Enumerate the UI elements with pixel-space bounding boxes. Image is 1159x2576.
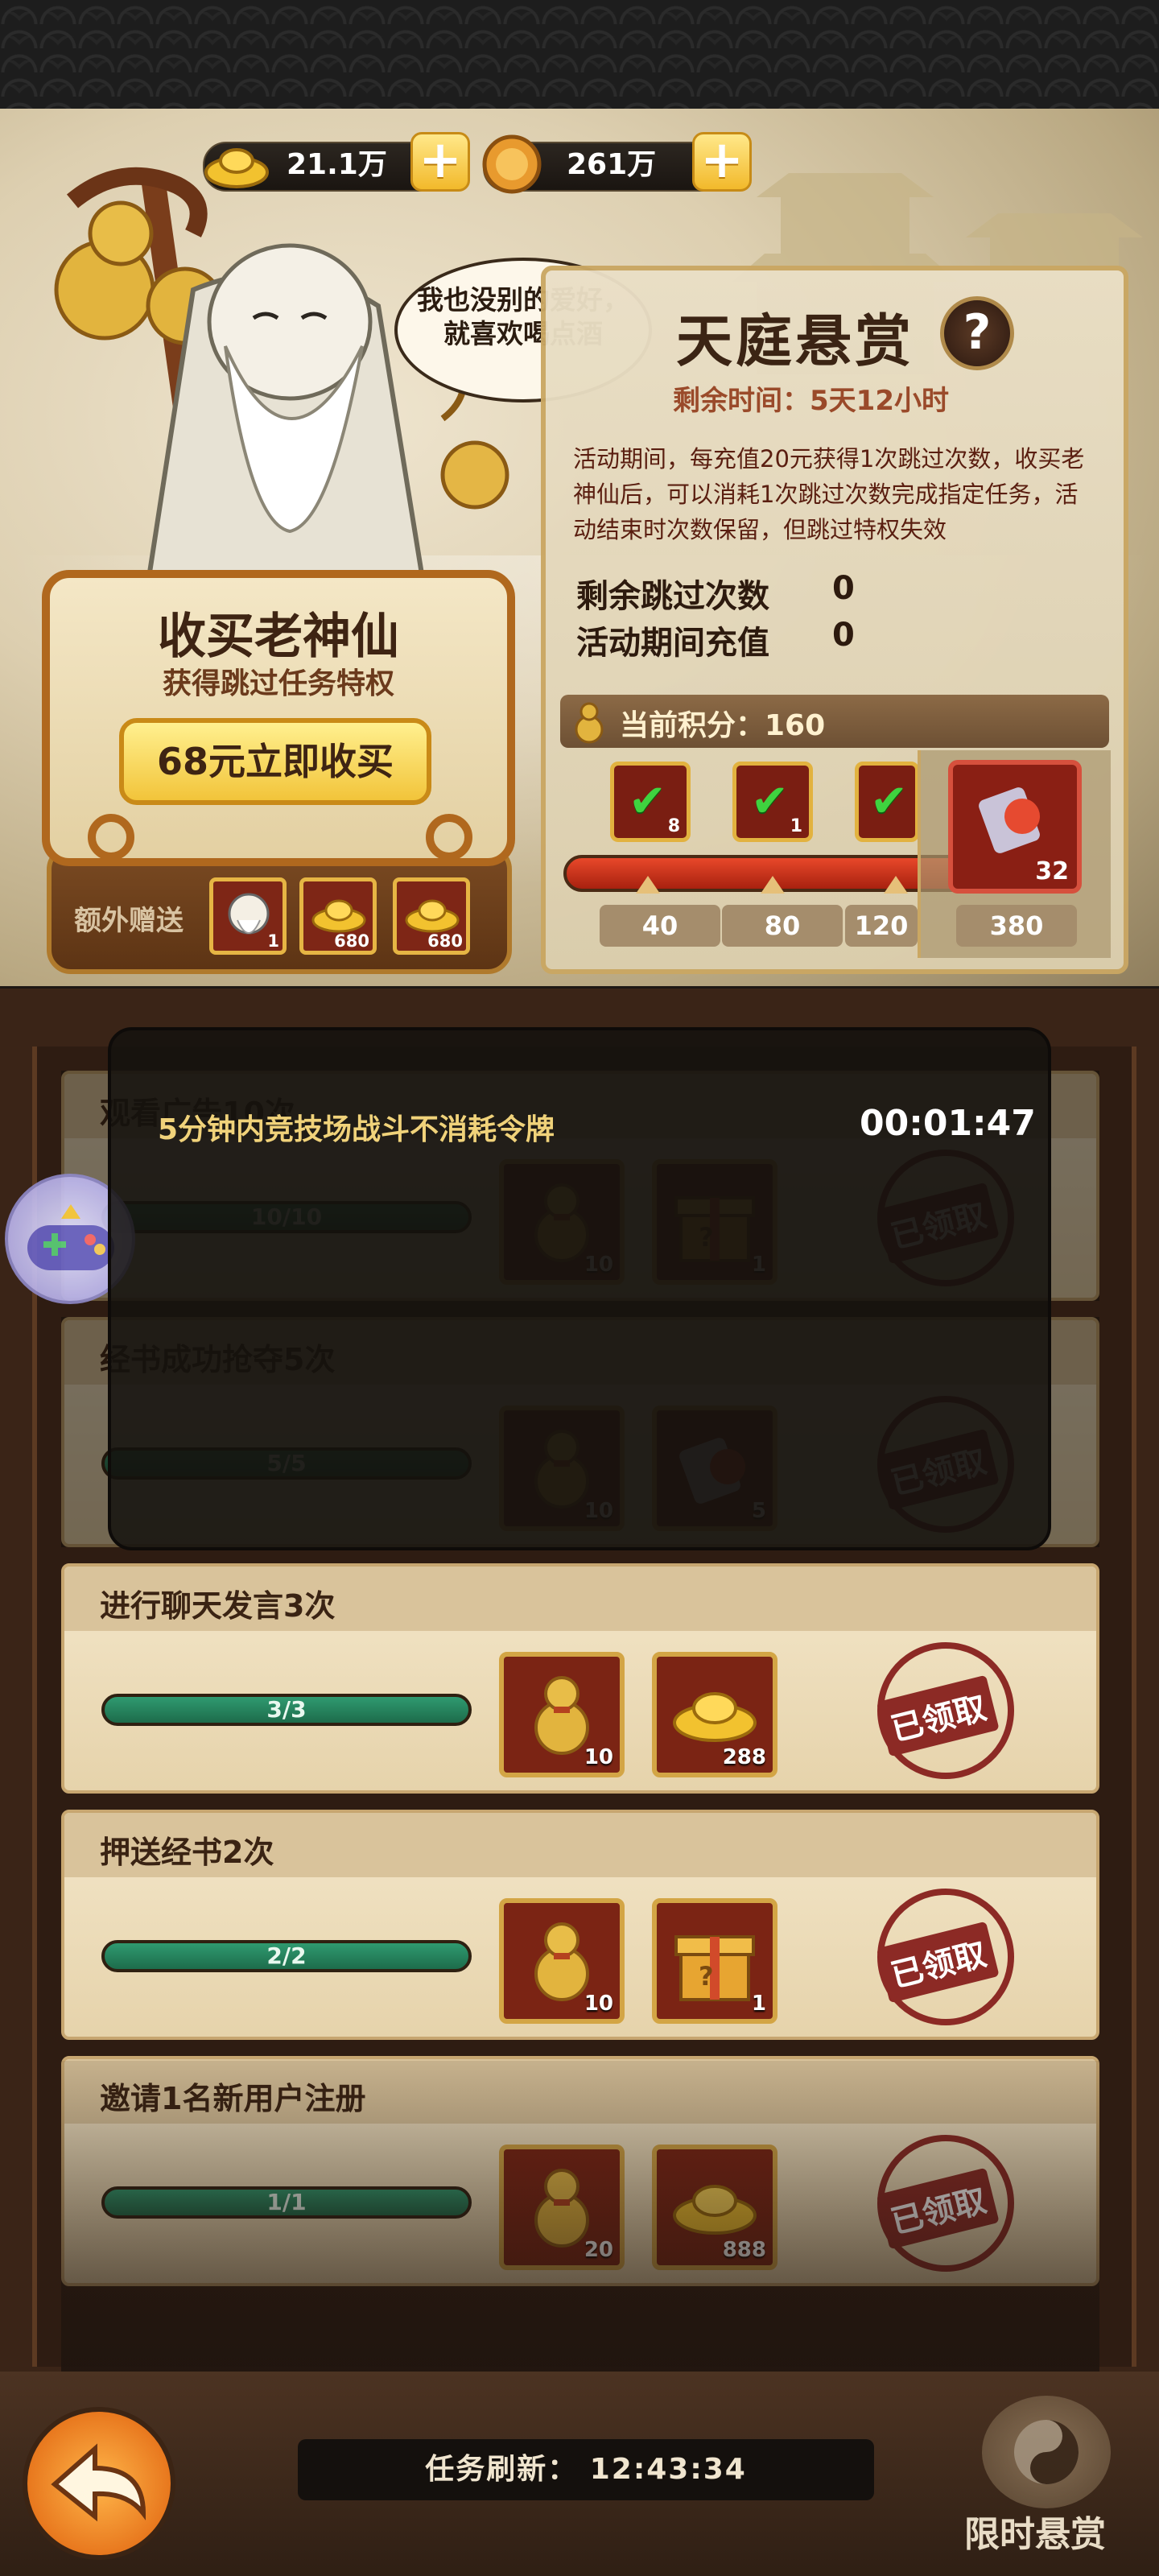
gourd-icon <box>575 702 604 744</box>
yin-yang-symbol <box>1014 2420 1079 2484</box>
current-points: 当前积分：160 <box>620 709 826 742</box>
final-reward-count: 32 <box>1035 857 1069 886</box>
task-progress-bar: 2/2 <box>101 1940 472 1972</box>
check-icon: ✔ <box>870 775 908 828</box>
check-icon: ✔ <box>751 775 789 828</box>
task-reward[interactable]: ?1 <box>652 1898 777 2024</box>
triangle-marker-icon <box>884 876 908 894</box>
add-coin-button[interactable]: + <box>692 132 752 192</box>
buy-panel-title: 收买老神仙 <box>158 609 399 665</box>
scroll-hook-decoration <box>88 814 472 861</box>
reward-count: 10 <box>584 1745 613 1769</box>
extra-item-gold[interactable]: 680 <box>299 877 377 955</box>
claimed-stamp: 已领取 <box>862 1873 1029 2037</box>
back-arrow-icon <box>51 2443 146 2522</box>
extra-gift-label: 额外赠送 <box>74 905 184 937</box>
task-title: 押送经书2次 <box>100 1835 274 1870</box>
buy-panel-subtitle: 获得跳过任务特权 <box>162 667 394 700</box>
claimed-stamp-text: 已领取 <box>876 1674 1000 1757</box>
recharge-label: 活动期间充值 <box>576 625 769 662</box>
token-icon <box>979 787 1040 853</box>
coin-amount: 261万 <box>567 148 657 181</box>
skip-count-label: 剩余跳过次数 <box>576 578 769 615</box>
gamepad-icon <box>27 1204 114 1270</box>
buy-now-button[interactable]: 68元立即收买 <box>119 718 431 805</box>
extra-item-count: 1 <box>267 931 279 951</box>
gold-ingot-icon <box>311 899 366 933</box>
triangle-marker-icon <box>761 876 785 894</box>
task-card: 进行聊天发言3次 3/3 10 288 已领取 <box>61 1563 1099 1794</box>
task-progress-bar: 3/3 <box>101 1694 472 1726</box>
event-description: 活动期间，每充值20元获得1次跳过次数，收买老神仙后，可以消耗1次跳过次数完成指… <box>573 445 1085 543</box>
reward-count: 1 <box>751 1992 766 2016</box>
gift-box-icon: ? <box>674 1935 755 2001</box>
task-progress-text: 3/3 <box>266 1696 307 1723</box>
reward-count: 288 <box>722 1745 766 1769</box>
coin-icon <box>482 134 542 194</box>
milestone-points: 40 <box>600 905 720 947</box>
top-pattern-band <box>0 0 1159 109</box>
yin-yang-icon[interactable] <box>982 2396 1111 2508</box>
recharge-value: 0 <box>832 617 855 654</box>
add-gold-button[interactable]: + <box>410 132 470 192</box>
task-card: 押送经书2次 2/2 10? 1 已领取 <box>61 1810 1099 2040</box>
buff-text: 5分钟内竞技场战斗不消耗令牌 <box>158 1113 555 1146</box>
svg-text:?: ? <box>699 1961 714 1992</box>
milestone-points: 80 <box>722 905 843 947</box>
fade-overlay <box>61 2061 1099 2372</box>
milestone-reward-1[interactable]: ✔ 8 <box>610 762 691 842</box>
task-refresh-timer: 任务刷新： 12:43:34 <box>425 2453 747 2486</box>
event-title: 天庭悬赏 <box>676 308 914 374</box>
triangle-marker-icon <box>636 876 660 894</box>
task-reward[interactable]: 10 <box>499 1652 625 1777</box>
help-button[interactable]: ? <box>940 296 1014 370</box>
extra-item-gold[interactable]: 680 <box>393 877 470 955</box>
milestone-count: 8 <box>667 816 680 836</box>
milestone-count: 1 <box>790 816 802 836</box>
gold-ingot-icon <box>405 899 460 933</box>
buff-timer: 00:01:47 <box>860 1103 1036 1144</box>
task-title: 进行聊天发言3次 <box>100 1588 336 1624</box>
task-progress-text: 2/2 <box>266 1942 307 1969</box>
claimed-stamp-text: 已领取 <box>876 1921 1000 2004</box>
limited-bounty-label[interactable]: 限时悬赏 <box>964 2505 1106 2557</box>
milestone-reward-2[interactable]: ✔ 1 <box>732 762 813 842</box>
skip-count-value: 0 <box>832 570 855 607</box>
final-milestone-reward[interactable]: 32 <box>948 760 1082 894</box>
remaining-time: 剩余时间：5天12小时 <box>673 385 949 417</box>
extra-item-count: 680 <box>427 931 463 951</box>
claimed-stamp: 已领取 <box>862 1627 1029 1790</box>
extra-item-count: 680 <box>334 931 369 951</box>
check-icon: ✔ <box>629 775 666 828</box>
back-button[interactable] <box>23 2407 175 2560</box>
task-reward[interactable]: 10 <box>499 1898 625 2024</box>
gold-ingot-icon <box>204 148 269 188</box>
extra-item-sage[interactable]: 1 <box>209 877 287 955</box>
milestone-reward-3[interactable]: ✔ <box>855 762 919 842</box>
milestone-points: 380 <box>956 905 1077 947</box>
gold-amount: 21.1万 <box>287 148 387 181</box>
reward-count: 10 <box>584 1992 613 2016</box>
task-reward[interactable]: 288 <box>652 1652 777 1777</box>
milestone-points: 120 <box>845 905 918 947</box>
